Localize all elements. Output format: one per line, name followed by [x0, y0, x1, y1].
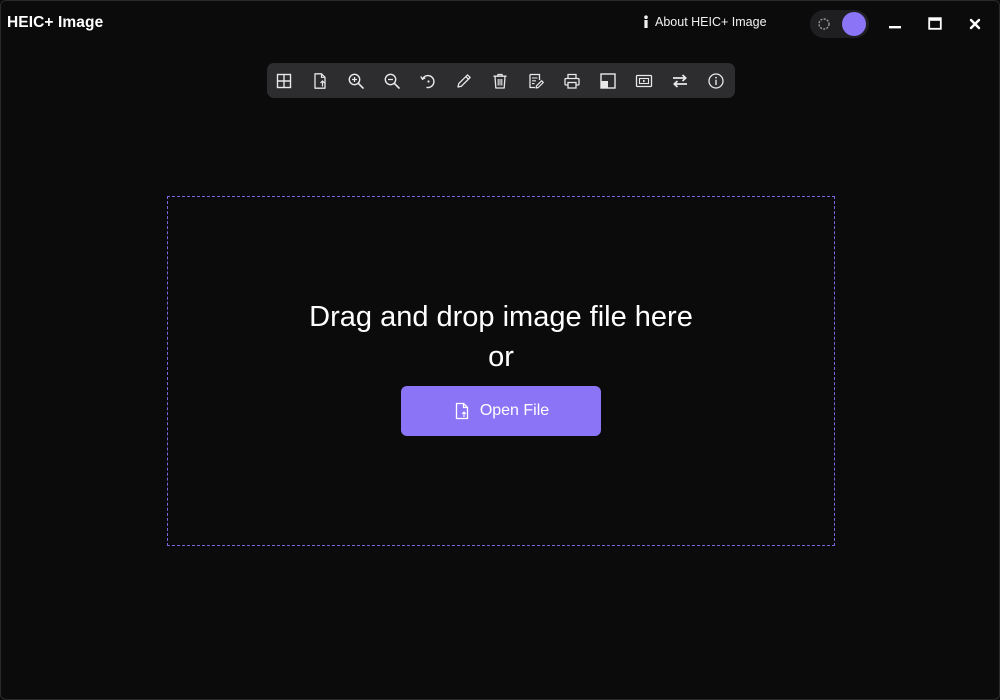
- zoom-out-button[interactable]: [381, 70, 403, 92]
- grid-view-button[interactable]: [273, 70, 295, 92]
- convert-button[interactable]: [669, 70, 691, 92]
- app-window: HEIC+ Image About HEIC+ Image Drag and d…: [0, 0, 1000, 700]
- drop-zone[interactable]: Drag and drop image file here or Open Fi…: [167, 196, 835, 546]
- close-button[interactable]: [963, 13, 987, 35]
- print-button[interactable]: [561, 70, 583, 92]
- info-button[interactable]: [705, 70, 727, 92]
- drop-instructions: Drag and drop image file here or: [168, 297, 834, 377]
- toolbar: [267, 63, 735, 98]
- swap-icon: [673, 74, 687, 88]
- export-file-button[interactable]: [309, 70, 331, 92]
- drop-line-1: Drag and drop image file here: [309, 301, 693, 333]
- title-bar: HEIC+ Image About HEIC+ Image: [1, 1, 999, 47]
- open-file-label: Open File: [479, 402, 550, 419]
- zoom-out-icon: [384, 73, 400, 89]
- set-wallpaper-icon: [600, 73, 616, 89]
- rename-button[interactable]: [525, 70, 547, 92]
- about-label: About HEIC+ Image: [655, 15, 767, 29]
- sun-icon: [816, 16, 832, 32]
- minimize-icon: [889, 26, 901, 29]
- set-wallpaper-button[interactable]: [597, 70, 619, 92]
- pencil-icon: [457, 74, 471, 88]
- about-link[interactable]: About HEIC+ Image: [641, 15, 767, 29]
- info-icon: [641, 15, 651, 29]
- file-export-icon: [314, 73, 326, 89]
- slideshow-icon: [635, 74, 653, 88]
- toggle-knob: [842, 12, 866, 36]
- app-title: HEIC+ Image: [7, 14, 104, 31]
- trash-icon: [493, 73, 507, 89]
- rotate-button[interactable]: [417, 70, 439, 92]
- maximize-icon: [928, 17, 942, 30]
- maximize-button[interactable]: [923, 13, 947, 35]
- slideshow-button[interactable]: [633, 70, 655, 92]
- info-icon: [708, 73, 724, 89]
- open-file-button[interactable]: Open File: [401, 386, 601, 436]
- theme-toggle[interactable]: [810, 10, 869, 38]
- drop-line-2: or: [488, 341, 514, 373]
- edit-document-icon: [529, 73, 544, 89]
- close-icon: [969, 18, 981, 30]
- zoom-in-button[interactable]: [345, 70, 367, 92]
- zoom-in-icon: [348, 73, 364, 89]
- print-icon: [564, 73, 580, 89]
- rotate-icon: [420, 74, 435, 89]
- file-icon: [453, 402, 471, 420]
- grid-icon: [276, 73, 292, 89]
- delete-button[interactable]: [489, 70, 511, 92]
- minimize-button[interactable]: [883, 13, 907, 35]
- edit-button[interactable]: [453, 70, 475, 92]
